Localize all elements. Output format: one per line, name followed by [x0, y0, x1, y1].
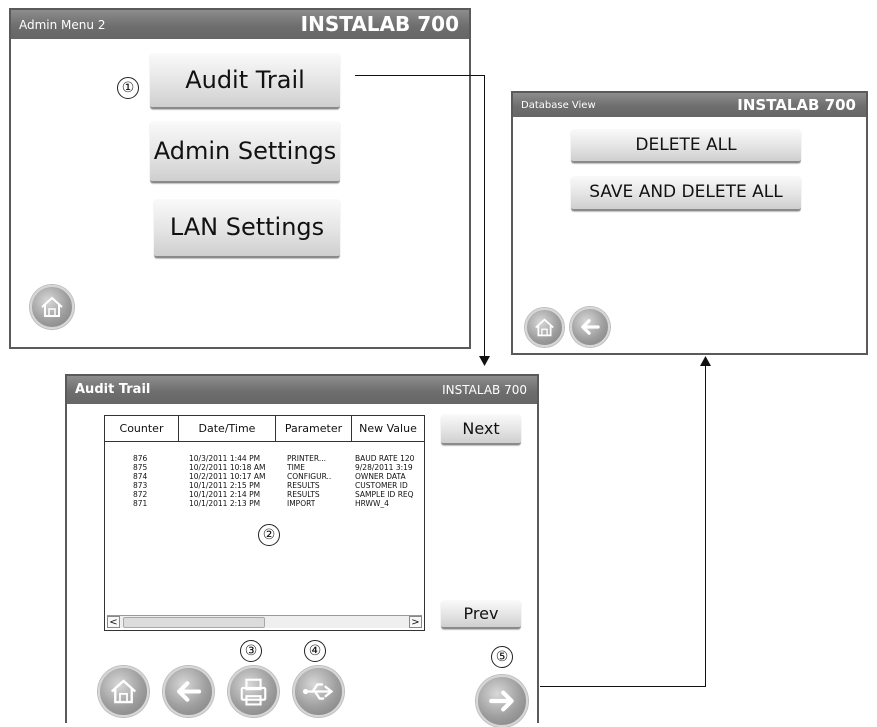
cell-counter: 875 — [133, 463, 148, 472]
database-view-titlebar: Database View INSTALAB 700 — [513, 93, 866, 117]
audit-trail-label: Audit Trail — [185, 66, 305, 94]
admin-menu-titlebar: Admin Menu 2 INSTALAB 700 — [11, 10, 469, 39]
home-icon[interactable] — [525, 308, 564, 347]
home-icon[interactable] — [30, 285, 74, 329]
database-view-title: Database View — [521, 100, 596, 111]
cell-parameter: RESULTS — [287, 481, 320, 490]
admin-menu-brand: INSTALAB 700 — [300, 12, 459, 36]
cell-new-value: SAMPLE ID REQ — [355, 490, 414, 499]
cell-parameter: CONFIGUR.. — [287, 472, 332, 481]
connector-line — [484, 75, 485, 359]
back-icon[interactable] — [570, 307, 610, 347]
printer-icon[interactable] — [228, 666, 279, 717]
cell-datetime: 10/2/2011 10:18 AM — [189, 463, 266, 472]
admin-settings-label: Admin Settings — [153, 137, 337, 165]
admin-menu-title: Admin Menu 2 — [19, 18, 106, 32]
usb-icon[interactable] — [293, 666, 344, 717]
cell-counter: 874 — [133, 472, 148, 481]
column-header-new-value[interactable]: New Value — [352, 416, 424, 442]
table-row[interactable]: 876 10/3/2011 1:44 PM PRINTER... BAUD RA… — [105, 454, 424, 463]
audit-trail-title: Audit Trail — [75, 382, 151, 397]
cell-counter: 873 — [133, 481, 148, 490]
cell-new-value: OWNER DATA — [355, 472, 406, 481]
audit-trail-titlebar: Audit Trail INSTALAB 700 — [67, 376, 537, 404]
audit-trail-button[interactable]: Audit Trail — [150, 53, 340, 109]
lan-settings-button[interactable]: LAN Settings — [154, 199, 340, 258]
table-row[interactable]: 872 10/1/2011 2:14 PM RESULTS SAMPLE ID … — [105, 490, 424, 499]
column-header-counter[interactable]: Counter — [105, 416, 179, 442]
table-row[interactable]: 873 10/1/2011 2:15 PM RESULTS CUSTOMER I… — [105, 481, 424, 490]
cell-parameter: PRINTER... — [287, 454, 326, 463]
cell-new-value: HRWW_4 — [355, 499, 389, 508]
next-label: Next — [462, 419, 500, 438]
scroll-right-button[interactable]: > — [409, 616, 422, 628]
cell-counter: 876 — [133, 454, 148, 463]
delete-all-label: DELETE ALL — [635, 135, 737, 155]
cell-datetime: 10/1/2011 2:15 PM — [189, 481, 261, 490]
prev-button[interactable]: Prev — [441, 600, 521, 629]
connector-line — [355, 75, 485, 76]
admin-settings-button[interactable]: Admin Settings — [150, 121, 340, 183]
cell-new-value: BAUD RATE 120 — [355, 454, 415, 463]
save-and-delete-all-button[interactable]: SAVE AND DELETE ALL — [571, 176, 801, 211]
connector-line — [540, 686, 706, 687]
audit-trail-window: Audit Trail INSTALAB 700 Counter Date/Ti… — [65, 374, 539, 727]
cell-datetime: 10/3/2011 1:44 PM — [189, 454, 261, 463]
marker-1: ① — [117, 77, 139, 99]
back-icon[interactable] — [163, 666, 214, 717]
cell-new-value: CUSTOMER ID — [355, 481, 408, 490]
home-icon[interactable] — [98, 666, 149, 717]
horizontal-scrollbar[interactable]: < > — [107, 615, 422, 628]
marker-2: ② — [258, 524, 280, 546]
cell-counter: 872 — [133, 490, 148, 499]
forward-icon[interactable] — [476, 675, 528, 727]
database-view-window: Database View INSTALAB 700 DELETE ALL SA… — [511, 91, 868, 355]
lan-settings-label: LAN Settings — [169, 213, 325, 241]
marker-4: ④ — [304, 640, 326, 662]
cell-parameter: RESULTS — [287, 490, 320, 499]
database-view-brand: INSTALAB 700 — [737, 96, 856, 114]
table-row[interactable]: 874 10/2/2011 10:17 AM CONFIGUR.. OWNER … — [105, 472, 424, 481]
save-and-delete-all-label: SAVE AND DELETE ALL — [589, 182, 783, 202]
delete-all-button[interactable]: DELETE ALL — [571, 129, 801, 163]
next-button[interactable]: Next — [441, 414, 521, 445]
marker-3: ③ — [240, 640, 262, 662]
cell-counter: 871 — [133, 499, 148, 508]
table-row[interactable]: 871 10/1/2011 2:13 PM IMPORT HRWW_4 — [105, 499, 424, 508]
prev-label: Prev — [463, 604, 499, 623]
cell-parameter: IMPORT — [287, 499, 316, 508]
audit-trail-brand: INSTALAB 700 — [442, 383, 527, 397]
marker-5: ⑤ — [491, 646, 513, 668]
scroll-left-button[interactable]: < — [107, 616, 120, 628]
cell-datetime: 10/2/2011 10:17 AM — [189, 472, 266, 481]
cell-datetime: 10/1/2011 2:14 PM — [189, 490, 261, 499]
admin-menu-window: Admin Menu 2 INSTALAB 700 Audit Trail Ad… — [9, 8, 471, 349]
column-header-datetime[interactable]: Date/Time — [179, 416, 276, 442]
connector-line — [705, 364, 706, 687]
connector-arrowhead — [479, 356, 490, 366]
table-row[interactable]: 875 10/2/2011 10:18 AM TIME 9/28/2011 3:… — [105, 463, 424, 472]
cell-new-value: 9/28/2011 3:19 — [355, 463, 413, 472]
cell-parameter: TIME — [287, 463, 306, 472]
scroll-thumb[interactable] — [123, 617, 265, 628]
column-header-parameter[interactable]: Parameter — [276, 416, 352, 442]
audit-table: Counter Date/Time Parameter New Value 87… — [104, 415, 425, 631]
connector-arrowhead — [700, 356, 711, 366]
cell-datetime: 10/1/2011 2:13 PM — [189, 499, 261, 508]
